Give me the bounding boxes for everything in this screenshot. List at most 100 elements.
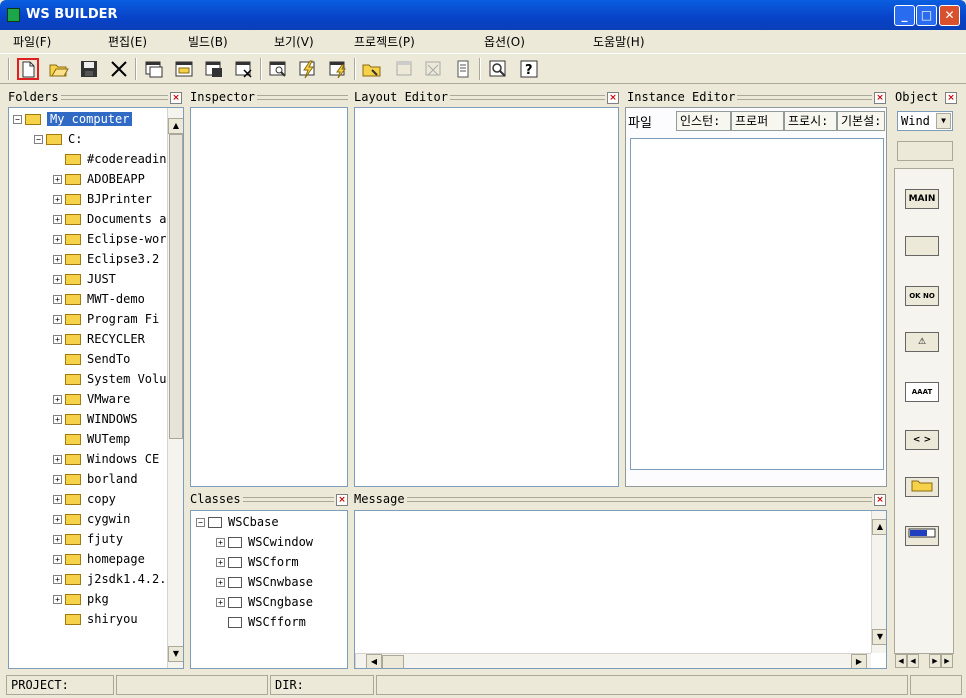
tree-item-folder[interactable]: + Windows CE <box>53 449 159 469</box>
close-button[interactable]: ✕ <box>939 5 960 26</box>
folders-vertical-scrollbar[interactable]: ▲ ▼ <box>167 108 183 668</box>
save-button[interactable] <box>78 58 100 80</box>
expand-icon[interactable]: + <box>53 275 62 284</box>
expand-icon[interactable]: + <box>53 175 62 184</box>
open-button[interactable] <box>48 58 70 80</box>
help-button[interactable]: ? <box>518 58 540 80</box>
layout-editor-canvas[interactable] <box>354 107 619 487</box>
scroll-down-arrow[interactable]: ▼ <box>872 629 886 645</box>
collapse-icon[interactable]: − <box>196 518 205 527</box>
expand-icon[interactable]: + <box>53 315 62 324</box>
text-field-object[interactable]: AAAT <box>905 382 939 402</box>
tree-item-my-computer[interactable]: − My computer <box>13 109 133 129</box>
tree-item-folder[interactable]: + homepage <box>53 549 145 569</box>
maximize-button[interactable]: □ <box>916 5 937 26</box>
window-button[interactable] <box>143 58 165 80</box>
scroll-first-arrow[interactable]: ◀ <box>895 654 907 668</box>
scroll-right-arrow[interactable]: ▶ <box>851 654 867 668</box>
window-close-button[interactable] <box>233 58 255 80</box>
tree-item-folder[interactable]: + pkg <box>53 589 109 609</box>
expand-icon[interactable]: + <box>216 558 225 567</box>
tree-item-folder[interactable]: + JUST <box>53 269 116 289</box>
progress-bar-object-icon[interactable] <box>905 526 939 546</box>
menu-build[interactable]: 빌드(B) <box>188 33 228 50</box>
expand-icon[interactable]: + <box>53 535 62 544</box>
message-output[interactable]: ▲ ▼ ◀ ▶ <box>354 510 887 669</box>
disabled-button-2[interactable] <box>422 58 444 80</box>
expand-icon[interactable]: + <box>216 598 225 607</box>
spin-object[interactable]: < > <box>905 430 939 450</box>
instance-editor-close-icon[interactable]: × <box>874 92 886 104</box>
class-item[interactable]: WSCfform <box>216 612 306 632</box>
tree-item-folder[interactable]: System Volu <box>53 369 166 389</box>
tree-item-folder[interactable]: + j2sdk1.4.2. <box>53 569 166 589</box>
expand-icon[interactable]: + <box>53 195 62 204</box>
instance-editor-content[interactable] <box>630 138 884 470</box>
message-vertical-scrollbar[interactable]: ▲ ▼ <box>871 511 886 653</box>
object-type-combo[interactable]: Wind ▼ <box>897 111 953 131</box>
tree-item-folder[interactable]: + WINDOWS <box>53 409 138 429</box>
tree-item-folder[interactable]: + RECYCLER <box>53 329 145 349</box>
minimize-button[interactable]: _ <box>894 5 915 26</box>
tree-item-folder[interactable]: + cygwin <box>53 509 130 529</box>
class-item[interactable]: + WSCnwbase <box>216 572 313 592</box>
tab-property[interactable]: 프로퍼 <box>731 111 784 131</box>
tree-item-folder[interactable]: WUTemp <box>53 429 130 449</box>
tree-item-folder[interactable]: + BJPrinter <box>53 189 152 209</box>
chevron-down-icon[interactable]: ▼ <box>936 113 951 129</box>
resize-grip[interactable] <box>910 675 962 695</box>
tree-item-folder[interactable]: + Eclipse3.2 <box>53 249 159 269</box>
tree-item-folder[interactable]: + fjuty <box>53 529 123 549</box>
scroll-thumb[interactable] <box>169 134 183 439</box>
menu-project[interactable]: 프로젝트(P) <box>354 33 415 50</box>
tree-item-folder[interactable]: + Eclipse-wor <box>53 229 166 249</box>
scroll-down-arrow[interactable]: ▼ <box>168 646 183 662</box>
folder-object-icon[interactable] <box>905 477 939 497</box>
expand-icon[interactable]: + <box>53 475 62 484</box>
expand-icon[interactable]: + <box>53 335 62 344</box>
object-close-icon[interactable]: × <box>945 92 957 104</box>
warning-dialog-object[interactable]: ⚠ <box>905 332 939 352</box>
expand-icon[interactable]: + <box>53 215 62 224</box>
folders-close-icon[interactable]: × <box>170 92 182 104</box>
classes-close-icon[interactable]: × <box>336 494 348 506</box>
expand-icon[interactable]: + <box>53 415 62 424</box>
expand-icon[interactable]: + <box>53 515 62 524</box>
disabled-button-1[interactable] <box>393 58 415 80</box>
collapse-icon[interactable]: − <box>13 115 22 124</box>
tab-instance[interactable]: 인스턴: <box>676 111 731 131</box>
menu-options[interactable]: 옵션(O) <box>484 33 525 50</box>
layout-editor-close-icon[interactable]: × <box>607 92 619 104</box>
tree-item-drive-c[interactable]: − C: <box>34 129 82 149</box>
inspect-button[interactable] <box>267 58 289 80</box>
class-item[interactable]: + WSCform <box>216 552 299 572</box>
inspector-pane[interactable] <box>190 107 348 487</box>
message-close-icon[interactable]: × <box>874 494 886 506</box>
tree-item-folder[interactable]: + borland <box>53 469 138 489</box>
tree-item-folder[interactable]: + MWT-demo <box>53 289 145 309</box>
expand-icon[interactable]: + <box>216 578 225 587</box>
scroll-last-arrow[interactable]: ▶ <box>941 654 953 668</box>
open-project-button[interactable] <box>361 58 383 80</box>
menu-edit[interactable]: 편집(E) <box>108 33 147 50</box>
class-item-wscbase[interactable]: − WSCbase <box>196 512 279 532</box>
collapse-icon[interactable]: − <box>34 135 43 144</box>
tab-file[interactable]: 파일 <box>628 112 652 131</box>
scroll-up-arrow[interactable]: ▲ <box>872 519 886 535</box>
tree-item-folder[interactable]: + Documents a <box>53 209 166 229</box>
scroll-right-arrow[interactable]: ▶ <box>929 654 941 668</box>
build-all-button[interactable] <box>327 58 349 80</box>
expand-icon[interactable]: + <box>53 395 62 404</box>
blank-button-object[interactable] <box>905 236 939 256</box>
menu-help[interactable]: 도움말(H) <box>593 33 645 50</box>
expand-icon[interactable]: + <box>53 235 62 244</box>
form-button[interactable] <box>173 58 195 80</box>
menu-file[interactable]: 파일(F) <box>13 33 51 50</box>
tab-basic-settings[interactable]: 기본설: <box>837 111 885 131</box>
new-file-button[interactable] <box>17 58 39 80</box>
expand-icon[interactable]: + <box>216 538 225 547</box>
expand-icon[interactable]: + <box>53 595 62 604</box>
tab-procedure[interactable]: 프로시: <box>784 111 837 131</box>
tree-item-folder[interactable]: shiryou <box>53 609 138 629</box>
class-item[interactable]: + WSCwindow <box>216 532 313 552</box>
